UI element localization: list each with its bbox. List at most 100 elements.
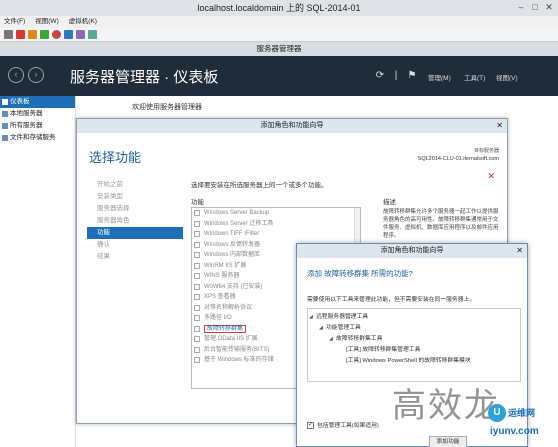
- separator-icon: |: [394, 70, 398, 81]
- feature-checkbox[interactable]: [194, 273, 200, 279]
- logo-url: iyunv.com: [490, 426, 539, 437]
- feature-checkbox[interactable]: [194, 325, 200, 332]
- server-manager-header: ‹ › 服务器管理器 · 仪表板 ⟳ | ⚑ 管理(M) 工具(T) 视图(V): [0, 56, 558, 96]
- dashboard-icon: [2, 99, 8, 105]
- feature-checkbox[interactable]: [194, 220, 200, 227]
- server-icon: [2, 111, 8, 117]
- step-confirmation[interactable]: 确认: [87, 239, 183, 251]
- logo-name: 运维网: [508, 408, 536, 418]
- vm-toolbar: [0, 28, 558, 42]
- feature-checkbox[interactable]: [194, 315, 200, 321]
- refresh-icon[interactable]: ⟳: [374, 70, 386, 82]
- reset-icon[interactable]: [52, 30, 61, 39]
- expand-arrow-icon[interactable]: ◢: [309, 312, 313, 323]
- dialog-titlebar: 添加角色和功能向导 ✕: [297, 244, 527, 258]
- target-server: 目标服务器 SQL2014-CLU-01.iternalsoft.com: [418, 147, 499, 163]
- feature-checkbox[interactable]: [194, 304, 200, 311]
- wizard-steps: 开始之前 安装类型 服务器选择 服务器角色 功能 确认 结果: [87, 179, 183, 263]
- expand-arrow-icon[interactable]: ◢: [319, 323, 323, 334]
- warning-close-icon[interactable]: ✕: [487, 171, 495, 182]
- step-server-selection[interactable]: 服务器选择: [87, 203, 183, 215]
- forward-icon[interactable]: ›: [28, 67, 44, 83]
- watermark-logo: U 运维网 iyunv.com: [488, 402, 556, 446]
- wizard-heading: 选择功能: [89, 150, 142, 165]
- enhanced-session-icon[interactable]: [88, 30, 97, 39]
- sidebar-item-local-server[interactable]: 本地服务器: [0, 108, 75, 120]
- storage-icon: [2, 135, 8, 141]
- close-icon[interactable]: ✕: [496, 119, 503, 133]
- description-header: 描述: [383, 199, 396, 206]
- menu-vm[interactable]: 虚拟机(K): [69, 18, 97, 25]
- wizard-titlebar: 添加角色和功能向导 ✕: [77, 119, 507, 133]
- tree-item: ◢ 故障转移群集工具: [308, 334, 520, 345]
- feature-item[interactable]: Windows Server 迁移工具: [192, 219, 360, 230]
- menu-file[interactable]: 文件(F): [4, 18, 25, 25]
- feature-checkbox[interactable]: [194, 346, 200, 353]
- feature-item[interactable]: Windows Server Backup: [192, 208, 360, 219]
- feature-checkbox[interactable]: [194, 357, 200, 363]
- maximize-icon[interactable]: □: [530, 2, 540, 12]
- dialog-description: 需要使用以下工具来管理此功能，但不需要安装在同一服务器上。: [307, 297, 476, 303]
- server-manager-title: 服务器管理器: [256, 44, 302, 53]
- feature-item[interactable]: Windows TIFF IFilter: [192, 229, 360, 240]
- back-icon[interactable]: ‹: [8, 67, 24, 83]
- breadcrumb: 服务器管理器 · 仪表板: [70, 69, 219, 86]
- minimize-icon[interactable]: –: [516, 2, 526, 12]
- required-tools-tree: ◢ 远程服务器管理工具 ◢ 功能管理工具 ◢ 故障转移群集工具 [工具] 故障转移群集…: [307, 308, 521, 382]
- step-before-you-begin[interactable]: 开始之前: [87, 179, 183, 191]
- feature-checkbox[interactable]: [194, 210, 200, 216]
- close-icon[interactable]: ✕: [544, 2, 554, 12]
- feature-checkbox[interactable]: [194, 231, 200, 237]
- sidebar-item-all-servers[interactable]: 所有服务器: [0, 120, 75, 132]
- vm-window-titlebar: localhost.localdomain 上的 SQL-2014-01 – □…: [0, 0, 558, 16]
- feature-checkbox[interactable]: [194, 262, 200, 269]
- step-server-roles[interactable]: 服务器角色: [87, 215, 183, 227]
- start-icon[interactable]: [40, 30, 49, 39]
- step-results[interactable]: 结果: [87, 251, 183, 263]
- feature-description: 故障转移群集允许多个服务器一起工作以提供服务器角色的高可用性。故障转移群集通常用…: [383, 209, 499, 239]
- tree-item: ◢ 功能管理工具: [308, 323, 520, 334]
- include-tools-option[interactable]: ✓ 包括管理工具(如果适用): [307, 420, 379, 429]
- stop-icon[interactable]: [16, 30, 25, 39]
- tree-item: ◢ 远程服务器管理工具: [308, 312, 520, 323]
- pause-icon[interactable]: [28, 30, 37, 39]
- notifications-flag-icon[interactable]: ⚑: [406, 70, 418, 82]
- view-menu[interactable]: 视图(V): [496, 72, 518, 82]
- expand-arrow-icon[interactable]: ◢: [329, 334, 333, 345]
- revert-icon[interactable]: [76, 30, 85, 39]
- target-server-label: 目标服务器: [473, 148, 499, 154]
- welcome-heading: 欢迎使用服务器管理器: [132, 104, 202, 111]
- features-header: 功能: [191, 199, 204, 206]
- checkpoint-icon[interactable]: [64, 30, 73, 39]
- dialog-question: 添加 故障转移群集 所需的功能?: [307, 269, 413, 278]
- ctrl-alt-del-icon[interactable]: [4, 30, 13, 39]
- sidebar-item-dashboard[interactable]: 仪表板: [0, 96, 75, 108]
- logo-icon: U: [488, 404, 506, 422]
- feature-checkbox[interactable]: [194, 294, 200, 300]
- close-icon[interactable]: ✕: [516, 244, 523, 258]
- server-manager-sidebar: 仪表板 本地服务器 所有服务器 文件和存储服务: [0, 96, 76, 447]
- sidebar-item-file-storage[interactable]: 文件和存储服务: [0, 132, 75, 144]
- watermark-text: 高效龙: [392, 386, 500, 426]
- manage-menu[interactable]: 管理(M): [428, 72, 451, 82]
- dialog-title: 添加角色和功能向导: [380, 247, 444, 254]
- include-tools-checkbox[interactable]: ✓: [307, 421, 314, 429]
- tools-menu[interactable]: 工具(T): [464, 72, 485, 82]
- target-server-name: SQL2014-CLU-01.iternalsoft.com: [417, 156, 499, 162]
- add-features-button[interactable]: 添加功能: [429, 436, 467, 447]
- feature-checkbox[interactable]: [194, 336, 200, 342]
- tree-item: [工具] 故障转移群集管理工具: [346, 347, 421, 353]
- feature-checkbox[interactable]: [194, 241, 200, 248]
- feature-checkbox[interactable]: [194, 252, 200, 258]
- vm-menubar: 文件(F) 视图(W) 虚拟机(K): [0, 16, 558, 28]
- server-manager-titlebar: 服务器管理器: [0, 42, 558, 56]
- feature-checkbox[interactable]: [194, 283, 200, 290]
- wizard-title: 添加角色和功能向导: [260, 122, 324, 129]
- wizard-instruction: 选择要安装在所选服务器上的一个或多个功能。: [191, 182, 328, 189]
- tree-item: [工具] Windows PowerShell 的故障转移群集模块: [346, 358, 471, 364]
- menu-view[interactable]: 视图(W): [35, 18, 58, 25]
- step-installation-type[interactable]: 安装类型: [87, 191, 183, 203]
- include-tools-label: 包括管理工具(如果适用): [317, 423, 379, 429]
- servers-icon: [2, 123, 8, 129]
- step-features[interactable]: 功能: [87, 227, 183, 239]
